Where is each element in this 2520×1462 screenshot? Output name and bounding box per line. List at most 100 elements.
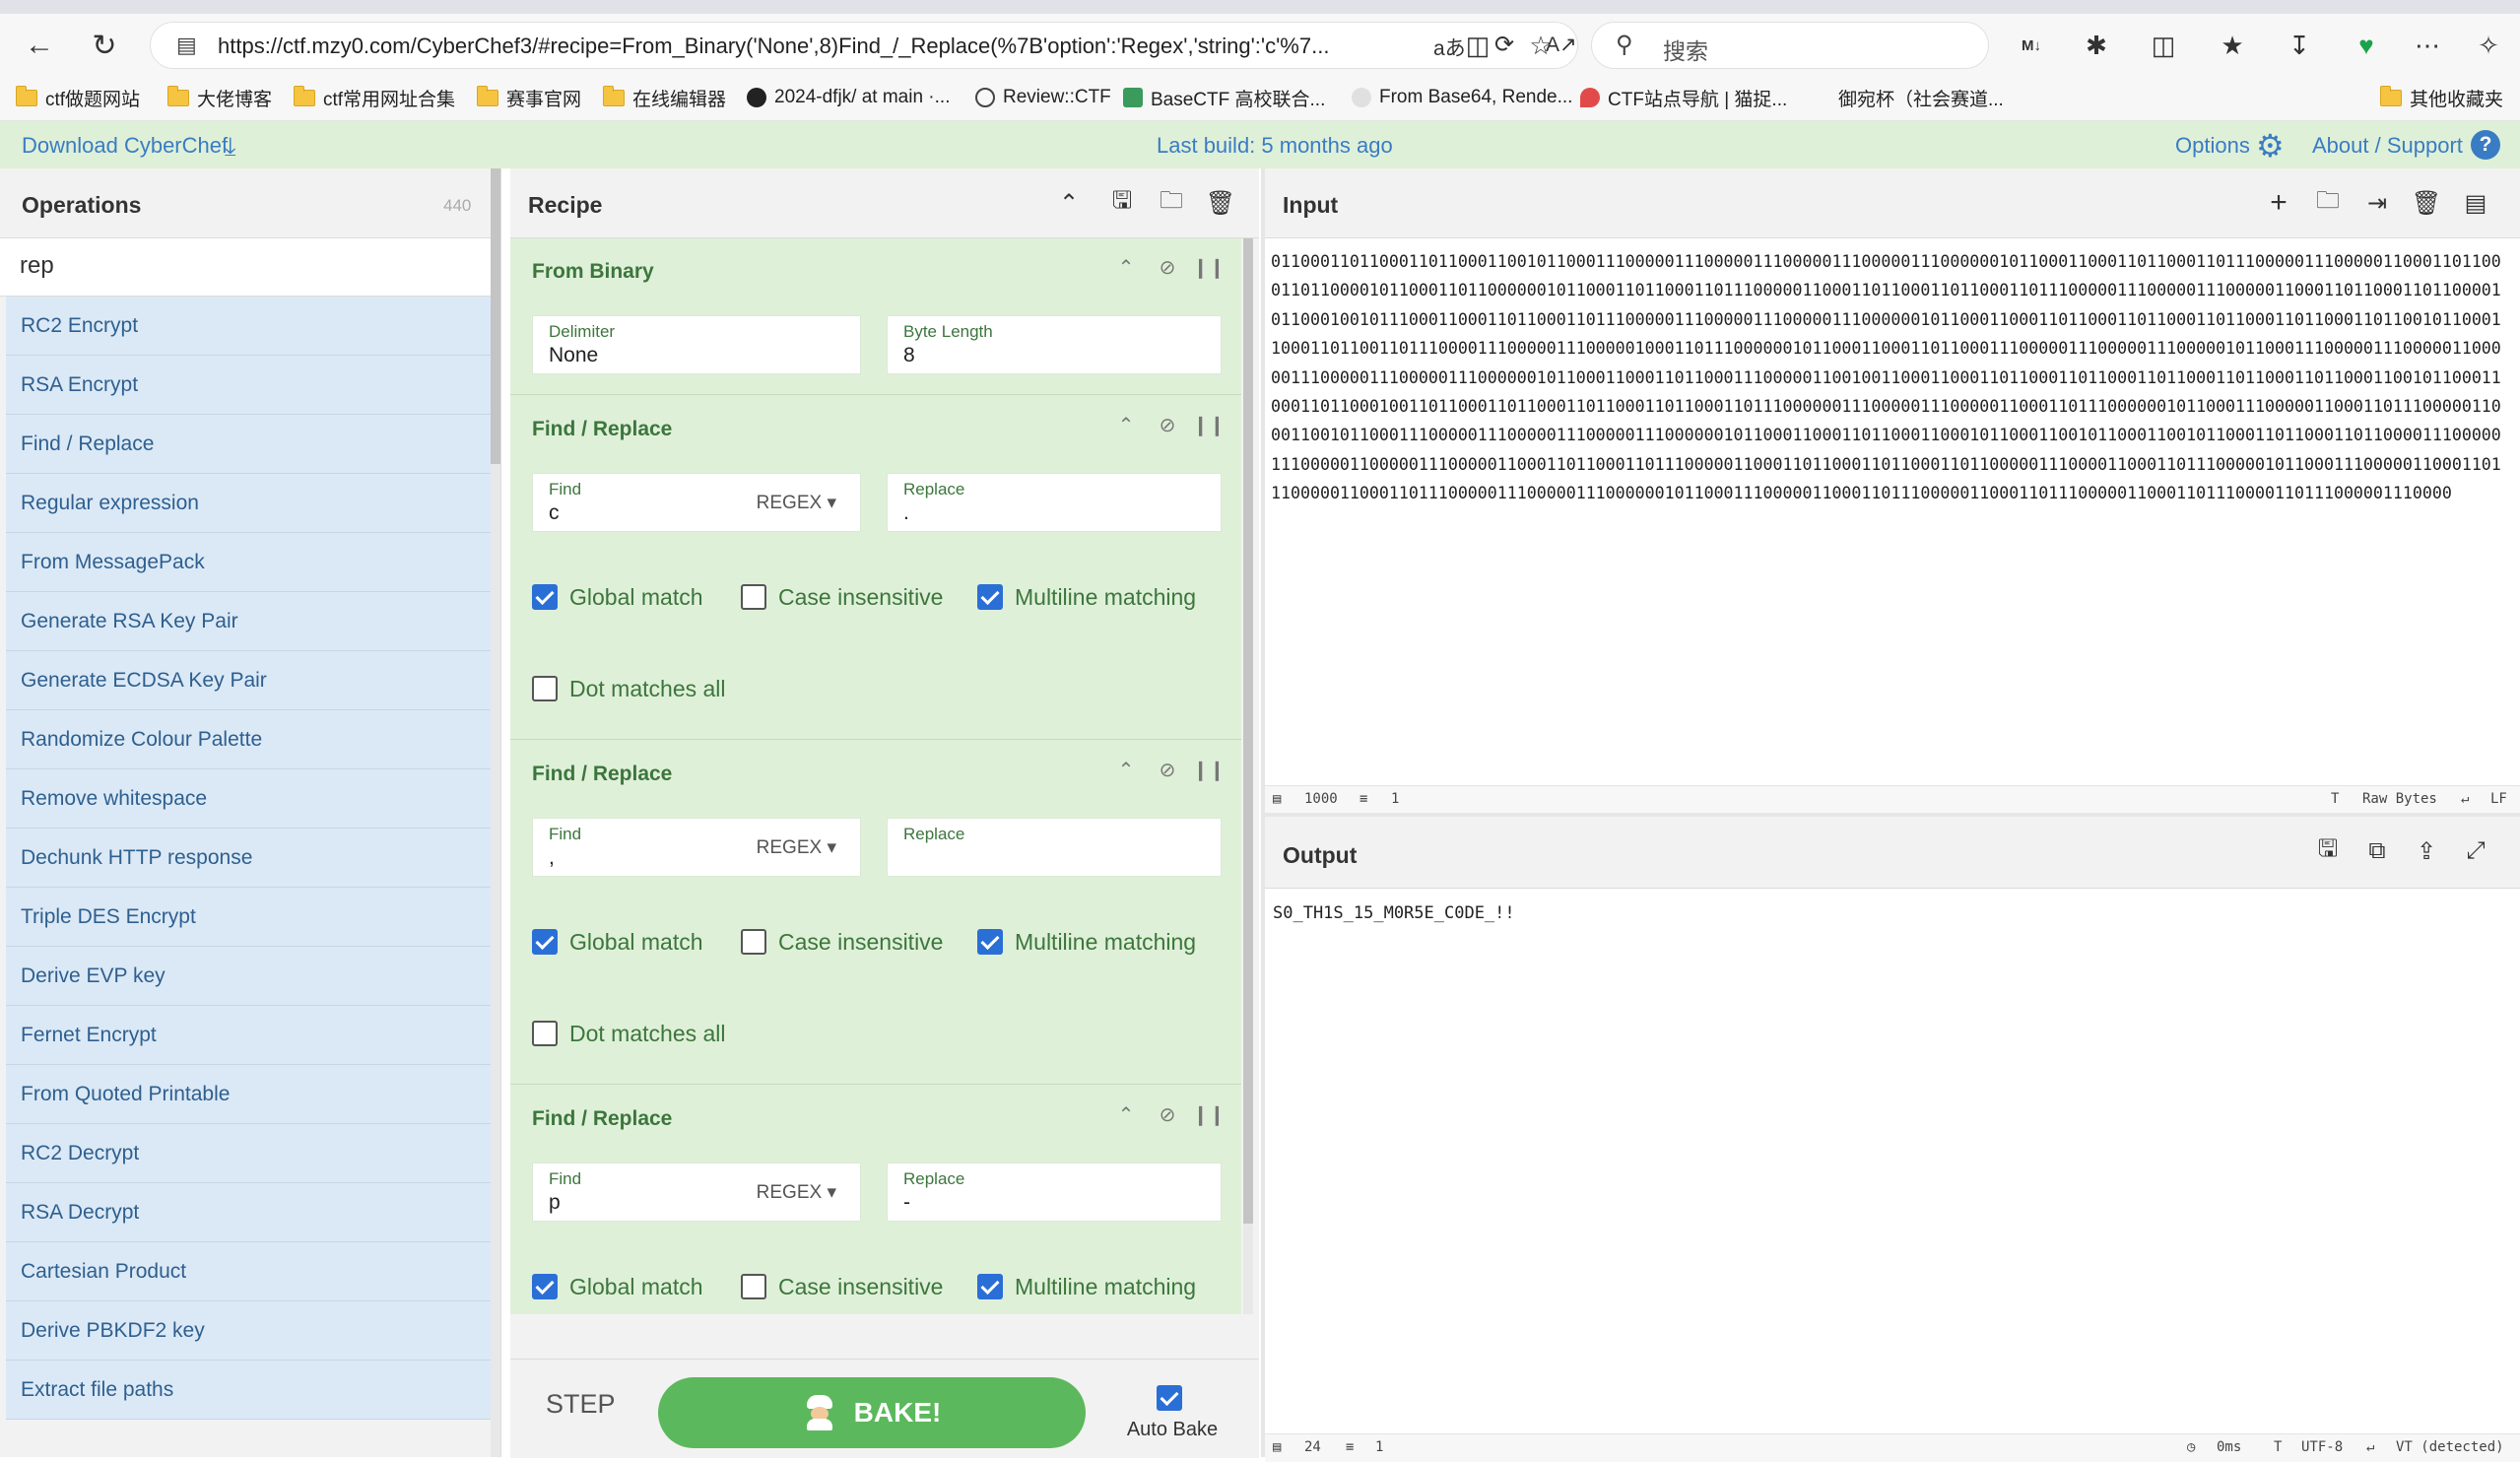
operation-item[interactable]: From MessagePack [6, 533, 491, 592]
copy-output-icon[interactable]: ⧉ [2360, 834, 2394, 868]
operation-item[interactable]: RSA Encrypt [6, 356, 491, 415]
global-match-checkbox[interactable]: Global match [532, 924, 703, 960]
find-mode-dropdown[interactable]: REGEX ▾ [757, 836, 836, 859]
operation-item[interactable]: Derive PBKDF2 key [6, 1301, 491, 1361]
byte-length-field[interactable]: Byte Length 8 [887, 315, 1222, 374]
copilot-icon[interactable]: ✧ [2469, 26, 2508, 65]
browser-essentials-icon[interactable]: ♥ [2347, 26, 2386, 65]
more-menu-icon[interactable]: ⋯ [2408, 26, 2447, 65]
download-cyberchef-link[interactable]: Download CyberChef [22, 133, 228, 159]
bookmark-item[interactable]: CTF站点导航 | 猫捉... [1580, 85, 1787, 110]
disable-icon[interactable]: ⊘ [1153, 1099, 1182, 1129]
add-tab-icon[interactable]: + [2262, 186, 2295, 220]
case-insensitive-checkbox[interactable]: Case insensitive [741, 1269, 943, 1304]
recipe-op-find-replace[interactable]: Find / Replace ⌃ ⊘ ❙❙ Find , REGEX ▾ Rep… [510, 741, 1241, 1085]
collapse-icon[interactable]: ⌃ [1111, 1099, 1141, 1129]
multiline-matching-checkbox[interactable]: Multiline matching [977, 1269, 1196, 1304]
operation-item[interactable]: Regular expression [6, 474, 491, 533]
site-info-icon[interactable]: ▤ [176, 33, 197, 58]
maximize-icon[interactable]: ⤢ [2459, 834, 2492, 868]
collapse-icon[interactable]: ⌃ [1111, 252, 1141, 282]
sidebar-toggle-icon[interactable]: ◫ [2144, 26, 2183, 65]
breakpoint-icon[interactable]: ❙❙ [1192, 755, 1226, 784]
operation-item[interactable]: Dechunk HTTP response [6, 829, 491, 888]
operation-item[interactable]: Find / Replace [6, 415, 491, 474]
auto-bake-checkbox[interactable]: Auto Bake [1123, 1385, 1222, 1444]
address-bar[interactable]: ▤ https://ctf.mzy0.com/CyberChef3/#recip… [150, 22, 1578, 69]
extensions-icon[interactable]: ✱ [2077, 26, 2116, 65]
dot-matches-all-checkbox[interactable]: Dot matches all [532, 671, 726, 706]
recipe-op-find-replace[interactable]: Find / Replace ⌃ ⊘ ❙❙ Find p REGEX ▾ Rep… [510, 1086, 1241, 1314]
clear-recipe-icon[interactable]: 🗑 [1204, 186, 1237, 220]
find-field[interactable]: Find p REGEX ▾ [532, 1163, 861, 1222]
operation-item[interactable]: Fernet Encrypt [6, 1006, 491, 1065]
split-screen-icon[interactable]: ◫ [1458, 26, 1497, 65]
operation-item[interactable]: Cartesian Product [6, 1242, 491, 1301]
bookmark-item[interactable]: ctf做题网站 [16, 85, 140, 110]
step-button[interactable]: STEP [546, 1389, 616, 1420]
downloads-icon[interactable]: ↧ [2280, 26, 2319, 65]
collapse-all-icon[interactable]: ⌃ [1052, 186, 1086, 220]
reload-icon[interactable]: ↻ [83, 24, 126, 67]
find-field[interactable]: Find c REGEX ▾ [532, 473, 861, 532]
global-match-checkbox[interactable]: Global match [532, 579, 703, 615]
disable-icon[interactable]: ⊘ [1153, 410, 1182, 439]
delimiter-field[interactable]: Delimiter None [532, 315, 861, 374]
operation-item[interactable]: RSA Decrypt [6, 1183, 491, 1242]
case-insensitive-checkbox[interactable]: Case insensitive [741, 924, 943, 960]
clear-input-icon[interactable]: 🗑 [2410, 186, 2443, 220]
find-mode-dropdown[interactable]: REGEX ▾ [757, 1181, 836, 1204]
breakpoint-icon[interactable]: ❙❙ [1192, 410, 1226, 439]
input-eol[interactable]: LF [2490, 791, 2507, 807]
output-textarea[interactable]: S0_TH1S_15_M0R5E_C0DE_!! [1273, 903, 1515, 923]
favorite-star-icon[interactable]: ☆ [1521, 26, 1560, 65]
replace-field[interactable]: Replace . [887, 473, 1222, 532]
operations-search-input[interactable]: rep [0, 238, 491, 297]
operation-item[interactable]: Triple DES Encrypt [6, 888, 491, 947]
disable-icon[interactable]: ⊘ [1153, 755, 1182, 784]
operation-item[interactable]: Randomize Colour Palette [6, 710, 491, 769]
operation-item[interactable]: Remove whitespace [6, 769, 491, 829]
bookmark-other-favorites[interactable]: 其他收藏夹 [2380, 85, 2503, 110]
open-file-icon[interactable]: ⇥ [2360, 186, 2394, 220]
input-textarea[interactable]: 0110001101100011011000110010110001110000… [1271, 247, 2502, 508]
save-recipe-icon[interactable]: 🖫 [1105, 186, 1139, 220]
operation-item[interactable]: Derive EVP key [6, 947, 491, 1006]
multiline-matching-checkbox[interactable]: Multiline matching [977, 924, 1196, 960]
case-insensitive-checkbox[interactable]: Case insensitive [741, 579, 943, 615]
operation-item[interactable]: RC2 Decrypt [6, 1124, 491, 1183]
browser-search-box[interactable]: ⚲ 搜索 [1591, 22, 1989, 69]
operation-item[interactable]: Extract file paths [6, 1361, 491, 1420]
bookmark-item[interactable]: 2024-dfjk/ at main ·... [747, 85, 950, 110]
bookmark-item[interactable]: Review::CTF [975, 85, 1111, 110]
dot-matches-all-checkbox[interactable]: Dot matches all [532, 1016, 726, 1051]
scrollbar-thumb[interactable] [491, 168, 500, 464]
save-output-icon[interactable]: 🖫 [2311, 834, 2345, 868]
options-link[interactable]: Options [2175, 133, 2250, 159]
output-encoding[interactable]: UTF-8 [2301, 1439, 2343, 1455]
operation-item[interactable]: RC2 Encrypt [6, 297, 491, 356]
operation-item[interactable]: Generate ECDSA Key Pair [6, 651, 491, 710]
load-recipe-icon[interactable]: 🗀 [1155, 186, 1188, 220]
output-eol[interactable]: VT (detected) [2396, 1439, 2504, 1455]
operation-item[interactable]: Generate RSA Key Pair [6, 592, 491, 651]
collapse-icon[interactable]: ⌃ [1111, 755, 1141, 784]
replace-field[interactable]: Replace [887, 818, 1222, 877]
replace-field[interactable]: Replace - [887, 1163, 1222, 1222]
gear-icon[interactable]: ⚙ [2256, 127, 2285, 165]
input-mode[interactable]: Raw Bytes [2362, 791, 2437, 807]
bookmark-item[interactable]: From Base64, Rende... [1352, 85, 1572, 110]
find-field[interactable]: Find , REGEX ▾ [532, 818, 861, 877]
markdown-extension-icon[interactable]: M↓ [2012, 26, 2051, 65]
recipe-op-find-replace[interactable]: Find / Replace ⌃ ⊘ ❙❙ Find c REGEX ▾ Rep… [510, 396, 1241, 740]
bake-button[interactable]: BAKE! [658, 1377, 1086, 1448]
about-support-link[interactable]: About / Support [2312, 133, 2463, 159]
recipe-scrollbar[interactable] [1243, 238, 1253, 1314]
collapse-icon[interactable]: ⌃ [1111, 410, 1141, 439]
download-icon[interactable]: ⤓ [225, 131, 236, 163]
find-mode-dropdown[interactable]: REGEX ▾ [757, 492, 836, 514]
help-icon[interactable]: ? [2471, 130, 2500, 160]
recipe-op-from-binary[interactable]: From Binary ⌃ ⊘ ❙❙ Delimiter None Byte L… [510, 238, 1241, 395]
bookmark-item[interactable]: 大佬博客 [167, 85, 272, 110]
sync-icon[interactable]: ⟳ [1494, 31, 1514, 59]
